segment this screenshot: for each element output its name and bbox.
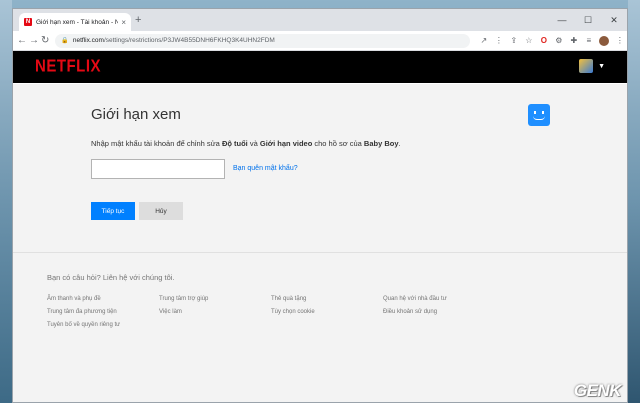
browser-toolbar: ← → ↻ 🔒 netflix.com/settings/restriction… bbox=[13, 31, 627, 51]
close-window-button[interactable]: ✕ bbox=[601, 9, 627, 31]
password-input[interactable] bbox=[91, 159, 225, 179]
share-icon[interactable]: ⇪ bbox=[506, 36, 521, 45]
maximize-button[interactable]: ☐ bbox=[575, 9, 601, 31]
caret-down-icon[interactable]: ▼ bbox=[598, 63, 605, 70]
kids-icon-eye-left bbox=[534, 111, 536, 114]
reload-button[interactable]: ↻ bbox=[41, 35, 49, 46]
footer-contact[interactable]: Bạn có câu hỏi? Liên hệ với chúng tôi. bbox=[47, 273, 175, 282]
bookmark-star-icon[interactable]: ☆ bbox=[521, 36, 536, 45]
extensions-puzzle-icon[interactable]: ✚ bbox=[566, 36, 581, 45]
desc-profile-name: Baby Boy bbox=[363, 139, 399, 148]
new-tab-button[interactable]: + bbox=[135, 14, 141, 26]
netflix-logo[interactable]: NETFLIX bbox=[35, 57, 101, 77]
minimize-button[interactable]: — bbox=[549, 9, 575, 31]
kids-icon-smile bbox=[533, 116, 545, 120]
back-button[interactable]: ← bbox=[17, 35, 27, 46]
toolbar-icons: ↗ ⋮ ⇪ ☆ O ⚙ ✚ ≡ ⋮ bbox=[476, 35, 627, 46]
tab-close-icon[interactable]: × bbox=[121, 18, 126, 27]
page-title: Giới hạn xem bbox=[91, 106, 181, 123]
address-bar[interactable]: 🔒 netflix.com/settings/restrictions/P3JW… bbox=[55, 33, 471, 48]
genk-watermark: GENK bbox=[573, 381, 622, 401]
lock-icon[interactable]: 🔒 bbox=[61, 37, 68, 44]
footer-link[interactable]: Trung tâm trợ giúp bbox=[159, 296, 271, 302]
more-icon[interactable]: ⋮ bbox=[491, 36, 506, 45]
opera-extension-icon[interactable]: O bbox=[536, 36, 551, 45]
watermark-text: GENK bbox=[573, 381, 622, 400]
footer-links: Âm thanh và phụ đề Trung tâm trợ giúp Th… bbox=[47, 296, 507, 328]
password-description: Nhập mật khẩu tài khoản để chỉnh sửa Độ … bbox=[91, 139, 401, 148]
footer-link[interactable]: Thẻ quà tặng bbox=[271, 296, 383, 302]
browser-window: N Giới hạn xem - Tài khoản - Netflix × +… bbox=[12, 8, 628, 403]
footer-link[interactable]: Quan hệ với nhà đầu tư bbox=[383, 296, 495, 302]
desc-age: Độ tuổi bbox=[221, 139, 248, 148]
restrictions-content: Giới hạn xem Nhập mật khẩu tài khoản để … bbox=[13, 84, 627, 402]
desc-suffix: . bbox=[398, 139, 401, 148]
footer-link[interactable]: Tuyên bố về quyền riêng tư bbox=[47, 322, 159, 328]
browser-menu-icon[interactable]: ⋮ bbox=[612, 36, 627, 45]
desc-mid2: cho hồ sơ của bbox=[312, 139, 364, 148]
forgot-password-link[interactable]: Bạn quên mật khẩu? bbox=[233, 165, 298, 172]
kids-profile-icon bbox=[528, 104, 550, 126]
gear-icon[interactable]: ⚙ bbox=[551, 36, 566, 45]
netflix-favicon-icon: N bbox=[24, 18, 32, 26]
footer-link[interactable]: Tùy chọn cookie bbox=[271, 309, 383, 315]
netflix-header: NETFLIX ▼ bbox=[13, 51, 627, 83]
desc-video-limit: Giới hạn video bbox=[259, 139, 313, 148]
profile-menu[interactable]: ▼ bbox=[579, 59, 605, 73]
window-controls: — ☐ ✕ bbox=[549, 9, 627, 31]
url-host: netflix.com bbox=[72, 37, 104, 44]
kids-icon-eye-right bbox=[542, 111, 544, 114]
desktop-background-left bbox=[0, 0, 12, 403]
footer-link[interactable]: Việc làm bbox=[159, 309, 271, 315]
open-external-icon[interactable]: ↗ bbox=[476, 36, 491, 45]
footer-link[interactable]: Điều khoản sử dụng bbox=[383, 309, 495, 315]
tab-strip: N Giới hạn xem - Tài khoản - Netflix × +… bbox=[13, 9, 627, 31]
desktop-background-right bbox=[628, 0, 640, 403]
continue-button[interactable]: Tiếp tục bbox=[91, 202, 135, 220]
browser-tab[interactable]: N Giới hạn xem - Tài khoản - Netflix × bbox=[19, 13, 131, 31]
forward-button[interactable]: → bbox=[29, 35, 39, 46]
browser-profile-avatar[interactable] bbox=[599, 35, 610, 46]
desc-prefix: Nhập mật khẩu tài khoản để chỉnh sửa bbox=[91, 139, 222, 148]
cancel-button[interactable]: Hủy bbox=[139, 202, 183, 220]
profile-avatar-icon[interactable] bbox=[579, 59, 594, 73]
url-path: /settings/restrictions/P3JW4B55DNH6FKHQ3… bbox=[103, 37, 275, 44]
footer-divider bbox=[13, 252, 627, 253]
tab-title: Giới hạn xem - Tài khoản - Netflix bbox=[36, 18, 118, 26]
footer-link[interactable]: Âm thanh và phụ đề bbox=[47, 296, 159, 302]
media-control-icon[interactable]: ≡ bbox=[581, 36, 596, 45]
footer-link[interactable]: Trung tâm đa phương tiện bbox=[47, 309, 159, 315]
desc-mid: và bbox=[247, 139, 260, 148]
